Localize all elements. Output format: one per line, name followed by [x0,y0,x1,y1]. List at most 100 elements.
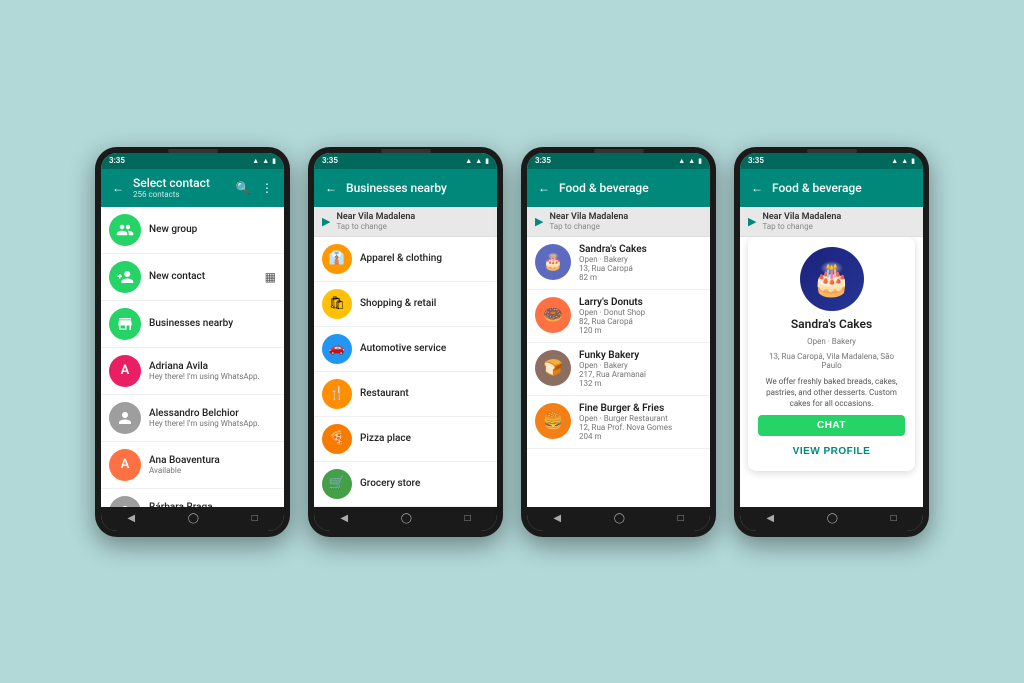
wifi-icon-2: ▲ [475,157,482,165]
phone-4: 3:35 ▲ ▲ ▮ ← Food & beverage ▶ Near Vila… [734,147,929,537]
location-name-4: Near Vila Madalena [762,212,915,222]
larrys-donuts-avatar: 🍩 [535,297,571,333]
location-bar-4[interactable]: ▶ Near Vila Madalena Tap to change [740,207,923,237]
alessandro-name: Alessandro Belchior [149,408,276,419]
nav-recent-3[interactable]: □ [678,513,684,524]
app-bar-4: ← Food & beverage [740,169,923,207]
nav-recent-4[interactable]: □ [891,513,897,524]
location-name-2: Near Vila Madalena [336,212,489,222]
phone-3: 3:35 ▲ ▲ ▮ ← Food & beverage ▶ Near Vila… [521,147,716,537]
grocery-icon: 🛒 [322,469,352,499]
back-button-4[interactable]: ← [748,179,766,197]
adriana-name: Adriana Ávila [149,361,276,372]
app-bar-3: ← Food & beverage [527,169,710,207]
nav-back-4[interactable]: ◀ [766,513,774,524]
businesses-nearby-item[interactable]: Businesses nearby [101,301,284,348]
ana-name: Ana Boaventura [149,455,276,466]
alessandro-content: Alessandro Belchior Hey there! I'm using… [149,408,276,428]
signal-icon-2: ▲ [465,157,472,165]
nav-back-2[interactable]: ◀ [340,513,348,524]
app-bar-2: ← Businesses nearby [314,169,497,207]
nav-home-1[interactable]: ◯ [188,513,199,524]
detail-biz-description: We offer freshly baked breads, cakes, pa… [758,376,905,410]
app-bar-1: ← Select contact 256 contacts 🔍 ⋮ [101,169,284,207]
new-contact-content: New contact [149,271,257,282]
signal-icon: ▲ [252,157,259,165]
nav-home-3[interactable]: ◯ [614,513,625,524]
category-grocery[interactable]: 🛒 Grocery store [314,462,497,507]
qr-icon: ▦ [265,270,276,284]
battery-icon-2: ▮ [485,157,489,165]
location-tap-3: Tap to change [549,222,702,231]
contact-ana[interactable]: A Ana Boaventura Available [101,442,284,489]
app-title-4: Food & beverage [772,181,915,195]
sandras-cakes-status: Open · Bakery [579,255,702,264]
category-pizza[interactable]: 🍕 Pizza place [314,417,497,462]
nav-back-1[interactable]: ◀ [127,513,135,524]
time-3: 3:35 [535,156,551,165]
biz-fine-burger[interactable]: 🍔 Fine Burger & Fries Open · Burger Rest… [527,396,710,449]
category-automotive[interactable]: 🚗 Automotive service [314,327,497,372]
fine-burger-avatar: 🍔 [535,403,571,439]
ana-subtitle: Available [149,466,276,475]
time-1: 3:35 [109,156,125,165]
more-button-1[interactable]: ⋮ [258,179,276,197]
back-button-1[interactable]: ← [109,179,127,197]
nav-bar-1: ◀ ◯ □ [101,507,284,531]
new-contact-label: New contact [149,271,257,282]
location-name-3: Near Vila Madalena [549,212,702,222]
contact-barbara[interactable]: Bárbara Braga Hey there! I'm using Whats… [101,489,284,507]
biz-larrys-donuts[interactable]: 🍩 Larry's Donuts Open · Donut Shop 82, R… [527,290,710,343]
category-restaurant[interactable]: 🍴 Restaurant [314,372,497,417]
app-title-1: Select contact [133,176,228,190]
location-bar-2[interactable]: ▶ Near Vila Madalena Tap to change [314,207,497,237]
new-group-content: New group [149,224,276,235]
contact-list: New group New contact ▦ [101,207,284,507]
larrys-donuts-address: 82, Rua Caropá [579,317,702,326]
category-shopping[interactable]: 🛍 Shopping & retail [314,282,497,327]
automotive-label: Automotive service [360,343,446,354]
phone-1: 3:35 ▲ ▲ ▮ ← Select contact 256 contacts… [95,147,290,537]
pizza-icon: 🍕 [322,424,352,454]
nav-home-2[interactable]: ◯ [401,513,412,524]
businesses-content: Businesses nearby [149,318,276,329]
nav-recent-2[interactable]: □ [465,513,471,524]
contact-alessandro[interactable]: Alessandro Belchior Hey there! I'm using… [101,395,284,442]
biz-sandras-cakes[interactable]: 🎂 Sandra's Cakes Open · Bakery 13, Rua C… [527,237,710,290]
phones-container: 3:35 ▲ ▲ ▮ ← Select contact 256 contacts… [75,127,949,557]
time-2: 3:35 [322,156,338,165]
back-button-2[interactable]: ← [322,179,340,197]
alessandro-avatar [109,402,141,434]
sandras-cakes-distance: 82 m [579,273,702,282]
phone-2: 3:35 ▲ ▲ ▮ ← Businesses nearby ▶ Near Vi… [308,147,503,537]
fine-burger-distance: 204 m [579,432,702,441]
restaurant-icon: 🍴 [322,379,352,409]
nav-home-4[interactable]: ◯ [827,513,838,524]
location-bar-3[interactable]: ▶ Near Vila Madalena Tap to change [527,207,710,237]
shopping-icon: 🛍 [322,289,352,319]
new-group-item[interactable]: New group [101,207,284,254]
search-button-1[interactable]: 🔍 [234,179,252,197]
category-apparel[interactable]: 👔 Apparel & clothing [314,237,497,282]
status-bar-3: 3:35 ▲ ▲ ▮ [527,153,710,169]
biz-funky-bakery[interactable]: 🍞 Funky Bakery Open · Bakery 217, Rua Ar… [527,343,710,396]
status-icons-4: ▲ ▲ ▮ [891,157,915,165]
location-icon-4: ▶ [748,215,756,228]
nav-recent-1[interactable]: □ [252,513,258,524]
detail-biz-address: 13, Rua Caropá, Vila Madalena, São Paulo [758,352,905,370]
back-button-3[interactable]: ← [535,179,553,197]
nav-back-3[interactable]: ◀ [553,513,561,524]
barbara-avatar [109,496,141,507]
location-tap-4: Tap to change [762,222,915,231]
chat-button[interactable]: CHAT [758,415,905,436]
sandras-cakes-info: Sandra's Cakes Open · Bakery 13, Rua Car… [579,244,702,282]
view-profile-button[interactable]: VIEW PROFILE [758,442,905,461]
shopping-label: Shopping & retail [360,298,436,309]
contact-adriana[interactable]: A Adriana Ávila Hey there! I'm using Wha… [101,348,284,395]
grocery-label: Grocery store [360,478,420,489]
location-text-2: Near Vila Madalena Tap to change [336,212,489,231]
fine-burger-address: 12, Rua Prof. Nova Gomes [579,423,702,432]
apparel-icon: 👔 [322,244,352,274]
status-bar-2: 3:35 ▲ ▲ ▮ [314,153,497,169]
new-contact-item[interactable]: New contact ▦ [101,254,284,301]
